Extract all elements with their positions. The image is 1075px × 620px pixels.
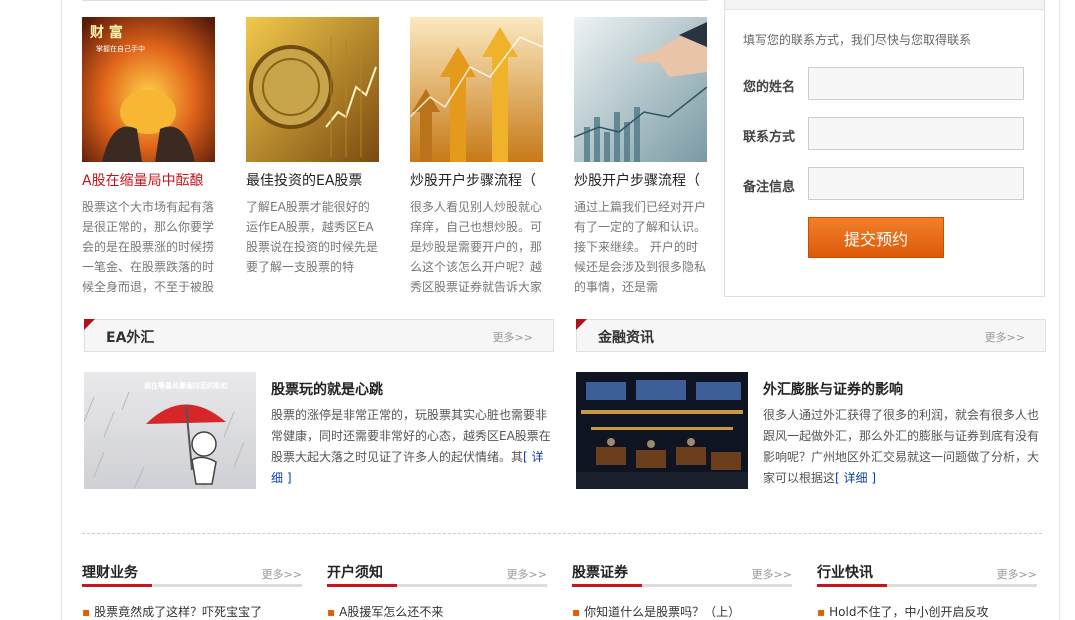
section-header-forex: EA外汇 更多>> xyxy=(84,319,554,352)
bullet-icon: ▪ xyxy=(817,605,826,619)
more-link[interactable]: 更多>> xyxy=(997,566,1037,582)
dashed-divider xyxy=(82,533,1042,534)
name-label: 您的姓名 xyxy=(743,80,796,95)
feature-desc-text: 很多人通过外汇获得了很多的利润，就会有很多人也跟风一起做外汇，那么外汇的膨胀与证… xyxy=(763,408,1040,485)
note-input[interactable] xyxy=(808,167,1024,200)
article-title[interactable]: A股在缩量局中酝酿 xyxy=(82,172,214,190)
article-card[interactable]: 财 富 掌握在自己手中 A股在缩量局中酝酿 股票这个大市场有起有落是很正常的，那… xyxy=(82,17,222,297)
svg-text:掌握在自己手中: 掌握在自己手中 xyxy=(96,44,145,53)
column-title[interactable]: 开户须知 xyxy=(327,562,383,582)
article-title[interactable]: 炒股开户步骤流程（ xyxy=(574,172,706,190)
form-header-bar xyxy=(725,0,1044,10)
list-item[interactable]: ▪ Hold不住了，中小创开启反攻 xyxy=(817,603,988,620)
article-summary: 了解EA股票才能很好的运作EA股票，越秀区EA股票说在投资的时候先是要了解一支股… xyxy=(246,200,378,274)
more-link[interactable]: 更多>> xyxy=(493,329,533,345)
feature-desc-text: 股票的涨停是非常正常的，玩股票其实心脏也需要非常健康，同时还需要非常好的心态，越… xyxy=(271,408,551,464)
column-underline-accent xyxy=(82,584,152,587)
list-item[interactable]: ▪ 你知道什么是股票吗？（上） xyxy=(572,603,740,620)
corner-flag-icon xyxy=(576,319,587,330)
submit-button[interactable]: 提交预约 xyxy=(808,217,944,258)
more-link[interactable]: 更多>> xyxy=(507,566,547,582)
list-item-text[interactable]: 股票竟然成了这样？吓死宝宝了 xyxy=(94,605,262,619)
page-frame-right xyxy=(1059,0,1060,620)
note-label: 备注信息 xyxy=(743,180,796,195)
coin-chart-image[interactable] xyxy=(246,17,379,162)
svg-text:财 富: 财 富 xyxy=(89,24,123,41)
list-item-text[interactable]: 你知道什么是股票吗？（上） xyxy=(584,605,740,619)
article-summary: 股票这个大市场有起有落是很正常的，那么你要学会的是在股票涨的时候捞一笔金、在股票… xyxy=(82,200,214,294)
bullet-icon: ▪ xyxy=(572,605,581,619)
list-item-text[interactable]: Hold不住了，中小创开启反攻 xyxy=(829,605,988,619)
feature-title[interactable]: 股票玩的就是心跳 xyxy=(271,379,383,399)
image-caption: 我在等暴风骤雨过后的彩虹 xyxy=(144,381,228,390)
contact-label: 联系方式 xyxy=(743,130,796,145)
article-summary: 很多人看见别人炒股就心痒痒，自己也想炒股。可是炒股是需要开户的，那么这个该怎么开… xyxy=(410,200,542,294)
column-underline-accent xyxy=(327,584,397,587)
detail-link[interactable]: [ 详细 ] xyxy=(835,471,876,485)
article-card[interactable]: 炒股开户步骤流程（ 很多人看见别人炒股就心痒痒，自己也想炒股。可是炒股是需要开户… xyxy=(410,17,550,297)
contact-input[interactable] xyxy=(808,117,1024,150)
column-underline-accent xyxy=(572,584,642,587)
section-title[interactable]: 金融资讯 xyxy=(598,327,654,347)
rising-arrows-image[interactable] xyxy=(410,17,543,162)
divider xyxy=(82,0,708,1)
touch-chart-image[interactable] xyxy=(574,17,707,162)
section-title[interactable]: EA外汇 xyxy=(106,327,154,347)
column-underline-accent xyxy=(817,584,887,587)
article-title[interactable]: 炒股开户步骤流程（ xyxy=(410,172,542,190)
page-frame-left xyxy=(61,0,62,620)
feature-desc: 很多人通过外汇获得了很多的利润，就会有很多人也跟风一起做外汇，那么外汇的膨胀与证… xyxy=(763,405,1045,489)
list-item[interactable]: ▪ A股援军怎么还不来 xyxy=(327,603,443,620)
appointment-form: 填写您的联系方式，我们尽快与您取得联系 您的姓名 联系方式 备注信息 提交预约 xyxy=(724,0,1045,297)
article-card[interactable]: 最佳投资的EA股票 了解EA股票才能很好的运作EA股票，越秀区EA股票说在投资的… xyxy=(246,17,386,297)
more-link[interactable]: 更多>> xyxy=(262,566,302,582)
form-intro-text: 填写您的联系方式，我们尽快与您取得联系 xyxy=(743,33,972,47)
list-item[interactable]: ▪ 股票竟然成了这样？吓死宝宝了 xyxy=(82,603,262,620)
umbrella-rain-image[interactable]: 我在等暴风骤雨过后的彩虹 xyxy=(84,372,256,489)
section-header-finance: 金融资讯 更多>> xyxy=(576,319,1046,352)
trading-hall-image[interactable] xyxy=(576,372,748,489)
more-link[interactable]: 更多>> xyxy=(752,566,792,582)
feature-title[interactable]: 外汇膨胀与证券的影响 xyxy=(763,379,903,399)
bullet-icon: ▪ xyxy=(82,605,91,619)
bullet-icon: ▪ xyxy=(327,605,336,619)
column-title[interactable]: 股票证券 xyxy=(572,562,628,582)
article-summary: 通过上篇我们已经对开户有了一定的了解和认识。接下来继续。 开户的时候还是会涉及到… xyxy=(574,200,706,294)
article-title[interactable]: 最佳投资的EA股票 xyxy=(246,172,378,190)
list-item-text[interactable]: A股援军怎么还不来 xyxy=(339,605,443,619)
wealth-hands-image[interactable]: 财 富 掌握在自己手中 xyxy=(82,17,215,162)
name-input[interactable] xyxy=(808,67,1024,100)
more-link[interactable]: 更多>> xyxy=(985,329,1025,345)
column-title[interactable]: 行业快讯 xyxy=(817,562,873,582)
column-title[interactable]: 理财业务 xyxy=(82,562,138,582)
corner-flag-icon xyxy=(84,319,95,330)
article-card[interactable]: 炒股开户步骤流程（ 通过上篇我们已经对开户有了一定的了解和认识。接下来继续。 开… xyxy=(574,17,714,297)
feature-desc: 股票的涨停是非常正常的，玩股票其实心脏也需要非常健康，同时还需要非常好的心态，越… xyxy=(271,405,553,489)
